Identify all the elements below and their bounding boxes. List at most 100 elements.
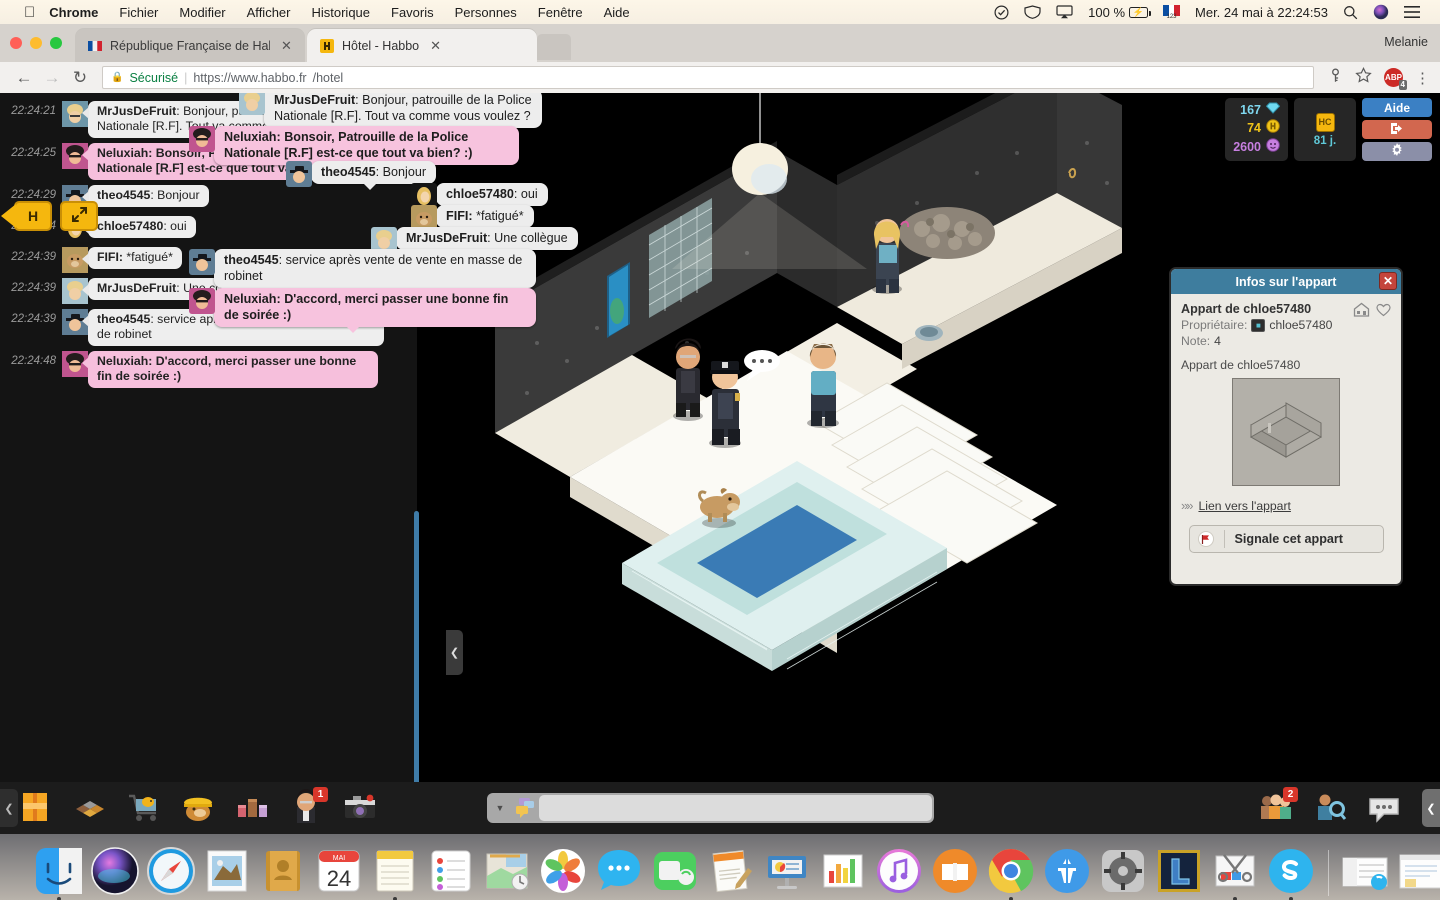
checkmark-circle-icon[interactable] [994, 4, 1009, 20]
airplay-icon[interactable] [1056, 5, 1073, 19]
dock-app-mail[interactable] [202, 846, 252, 896]
home-icon[interactable] [1353, 302, 1370, 322]
dock-app-maps[interactable] [482, 846, 532, 896]
dock-app-reminders[interactable] [426, 846, 476, 896]
currency-duckets[interactable]: 2600 [1233, 138, 1280, 155]
dock-app-notes[interactable] [370, 846, 420, 900]
dock-minimized-skype-window[interactable] [1341, 846, 1391, 896]
dock-app-app-store[interactable] [1042, 846, 1092, 896]
dock-minimized-document-window[interactable] [1397, 846, 1440, 896]
reload-icon[interactable]: ↻ [66, 68, 94, 88]
close-window-button[interactable] [10, 37, 22, 49]
chat-history-icon[interactable] [1364, 787, 1404, 827]
close-icon[interactable]: ✕ [1379, 272, 1397, 290]
menu-item-aide[interactable]: Aide [604, 5, 630, 20]
navigator-icon[interactable] [70, 787, 110, 827]
menu-item-chrome[interactable]: Chrome [49, 5, 98, 20]
camera-icon[interactable] [340, 787, 380, 827]
habbo-home-widget-button[interactable]: H [1, 201, 52, 231]
menu-item-personnes[interactable]: Personnes [455, 5, 517, 20]
report-room-button[interactable]: Signale cet appart [1188, 525, 1384, 553]
kebab-menu-icon[interactable]: ⋮ [1415, 69, 1430, 87]
menu-item-favoris[interactable]: Favoris [391, 5, 434, 20]
hc-subscription-widget[interactable]: HC 81 j. [1294, 98, 1356, 161]
search-icon[interactable] [1343, 5, 1358, 20]
currency-diamonds[interactable]: 167 [1233, 102, 1281, 117]
heart-icon[interactable] [1376, 303, 1391, 322]
address-bar[interactable]: 🔒 Sécurisé | https://www.habbo.fr/hotel [102, 66, 1314, 89]
dock-app-facetime[interactable] [650, 846, 700, 896]
builders-club-icon[interactable] [178, 787, 218, 827]
tab-close-icon[interactable]: ✕ [281, 38, 292, 54]
menu-item-fichier[interactable]: Fichier [119, 5, 158, 20]
dock-app-messages[interactable] [594, 846, 644, 896]
back-arrow-icon[interactable]: ← [10, 68, 38, 88]
browser-tab-habbo[interactable]: Hôtel - Habbo ✕ [307, 29, 537, 62]
adblock-icon[interactable]: ABP 4 [1384, 68, 1407, 90]
currency-display[interactable]: 167 74 2600 [1225, 98, 1288, 161]
settings-button[interactable] [1362, 142, 1432, 161]
menu-item-modifier[interactable]: Modifier [179, 5, 225, 20]
shield-icon[interactable] [1024, 5, 1041, 19]
friends-list-icon[interactable]: 2 [1256, 787, 1298, 827]
help-button[interactable]: Aide [1362, 98, 1432, 117]
owner-name[interactable]: chloe57480 [1269, 318, 1332, 332]
dock-app-numbers[interactable] [818, 846, 868, 896]
report-flag-icon [1197, 531, 1214, 547]
menu-item-fenetre[interactable]: Fenêtre [538, 5, 583, 20]
dock-app-finder[interactable] [34, 846, 84, 900]
catalog-cart-icon[interactable] [124, 787, 164, 827]
dock-app-grab[interactable] [1210, 846, 1260, 900]
input-source-flag-icon[interactable]: 123 [1163, 5, 1181, 20]
key-icon[interactable] [1328, 68, 1343, 88]
dock-app-skype[interactable] [1266, 846, 1316, 900]
battery-status[interactable]: 100 % ⚡ [1088, 5, 1151, 20]
dock-app-safari[interactable] [146, 846, 196, 896]
minimize-window-button[interactable] [30, 37, 42, 49]
menu-bar-clock[interactable]: Mer. 24 mai à 22:24:53 [1195, 5, 1328, 20]
avatar-profile-icon[interactable]: 1 [286, 787, 328, 827]
chevron-down-icon[interactable]: ▼ [489, 803, 511, 813]
fullscreen-toggle-button[interactable] [60, 201, 98, 231]
logout-button[interactable] [1362, 120, 1432, 139]
currency-credits[interactable]: 74 [1233, 119, 1280, 136]
chat-style-icon[interactable] [511, 796, 537, 820]
chrome-profile-name[interactable]: Melanie [1384, 35, 1428, 49]
dock-app-system-preferences[interactable] [1098, 846, 1148, 896]
vertical-scrollbar[interactable] [414, 511, 419, 782]
dock-app-chrome[interactable] [986, 846, 1036, 900]
chat-input-bar[interactable]: ▼ [487, 793, 934, 823]
room-link-label[interactable]: Lien vers l'appart [1198, 499, 1290, 513]
dock-app-photos[interactable] [538, 846, 588, 896]
dock-app-keynote[interactable] [762, 846, 812, 896]
dock-app-itunes[interactable] [874, 846, 924, 896]
forward-arrow-icon[interactable]: → [38, 68, 66, 88]
menu-item-afficher[interactable]: Afficher [247, 5, 291, 20]
star-icon[interactable] [1355, 66, 1372, 89]
inventory-furni-icon[interactable] [232, 787, 272, 827]
chat-text: *fatigué* [476, 209, 524, 223]
dock-app-league-of-legends[interactable] [1154, 846, 1204, 896]
chat-author: Neluxiah [224, 292, 277, 306]
chat-input-field[interactable] [539, 795, 932, 821]
zoom-window-button[interactable] [50, 37, 62, 49]
dock-app-contacts[interactable] [258, 846, 308, 896]
dock-app-siri[interactable] [90, 846, 140, 896]
dock-app-calendar[interactable]: MAI 24 [314, 846, 364, 896]
dock-app-ibooks[interactable] [930, 846, 980, 896]
control-center-list-icon[interactable] [1404, 5, 1420, 19]
room-link-row[interactable]: »» Lien vers l'appart [1181, 498, 1391, 513]
habbo-logo-icon[interactable] [16, 787, 56, 827]
chat-log-panel[interactable]: 22:24:21 MrJusDeFruit: Bonjour, patrouil… [0, 93, 417, 782]
find-friends-icon[interactable] [1310, 787, 1350, 827]
window-traffic-lights[interactable] [10, 37, 62, 49]
apple-icon[interactable]:  [24, 5, 35, 20]
menu-item-historique[interactable]: Historique [311, 5, 370, 20]
siri-icon[interactable] [1373, 4, 1389, 20]
toolbar-collapse-right-button[interactable]: ❮ [1422, 789, 1440, 827]
browser-tab-republique[interactable]: République Française de Habb ✕ [75, 29, 305, 62]
dock-app-pages[interactable] [706, 846, 756, 896]
tab-close-icon[interactable]: ✕ [430, 38, 441, 54]
room-panel-collapse-button[interactable]: chevron-left-icon ❮ [446, 630, 463, 675]
new-tab-button[interactable] [537, 34, 571, 60]
